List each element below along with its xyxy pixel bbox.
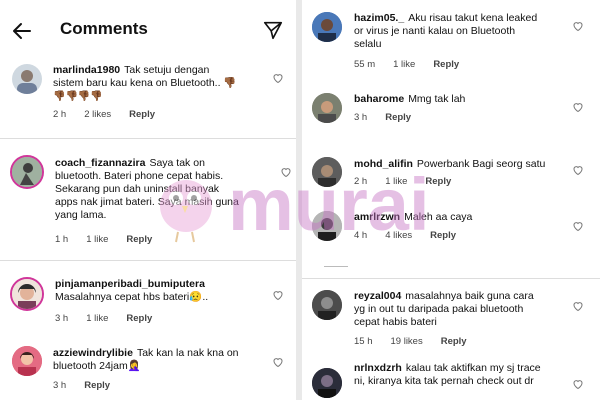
comment-text: sistem baru kau kena on Bluetooth.. 👎🏾 [53, 77, 237, 89]
comment-likes[interactable]: 1 like [86, 313, 108, 324]
comment-time: 15 h [354, 336, 373, 347]
comment-time: 3 h [55, 313, 69, 324]
avatar[interactable] [312, 12, 342, 42]
reply-button[interactable]: Reply [385, 112, 411, 123]
comment-text: apps nak jimat bateri. Saya masih guna [55, 196, 239, 208]
comment-likes[interactable]: 1 like [86, 234, 108, 245]
heart-icon[interactable] [572, 220, 584, 232]
page-title: Comments [60, 19, 148, 38]
comment-item: amrlrzwn Maleh aa caya 4 h 4 likes Reply [302, 208, 600, 248]
reply-button[interactable]: Reply [430, 230, 456, 241]
reply-button[interactable]: Reply [425, 176, 451, 187]
comment-username[interactable]: azziewindrylibie [53, 347, 133, 359]
heart-icon[interactable] [572, 164, 584, 176]
reply-button[interactable]: Reply [129, 109, 155, 120]
comment-time: 4 h [354, 230, 368, 241]
heart-icon[interactable] [572, 378, 584, 390]
comment-item: mohd_alifin Powerbank Bagi seorg satu 2 h… [302, 155, 600, 195]
comment-text: cepat habis bateri [354, 316, 437, 328]
comment-time: 3 h [53, 380, 67, 391]
comment-text: yg in out tu daripada pakai bluetooth [354, 303, 524, 315]
comment-text: Masalahnya cepat hbs bateri😥.. [55, 291, 209, 303]
reply-button[interactable]: Reply [126, 313, 152, 324]
comment-item: pinjamanperibadi_bumiputera Masalahnya c… [0, 272, 296, 328]
paper-plane-icon[interactable] [262, 19, 284, 41]
comment-username[interactable]: coach_fizannazira [55, 157, 145, 169]
right-comments-panel: hazim05._ Aku risau takut kena leaked or … [302, 0, 600, 400]
avatar[interactable] [312, 290, 342, 320]
reply-button[interactable]: Reply [433, 59, 459, 70]
comment-item: nrlnxdzrh kalau tak aktifkan my sj trace … [302, 360, 600, 400]
heart-icon[interactable] [572, 101, 584, 113]
comment-item: azziewindrylibie Tak kan la nak kna on bl… [0, 340, 296, 400]
comment-username[interactable]: nrlnxdzrh [354, 362, 402, 374]
divider [324, 266, 348, 267]
comment-username[interactable]: hazim05._ [354, 12, 404, 24]
comment-text: Tak setuju dengan [124, 64, 210, 76]
comment-time: 2 h [354, 176, 368, 187]
left-comments-panel: Comments marlinda1980 Tak setuju dengan s… [0, 0, 296, 400]
comment-text: or virus je nanti kalau on Bluetooth [354, 25, 516, 37]
comment-time: 55 m [354, 59, 376, 70]
avatar[interactable] [312, 93, 342, 123]
avatar[interactable] [312, 211, 342, 241]
heart-icon[interactable] [272, 356, 284, 368]
comment-text: Sekarang pun dah uninstall banyak [55, 183, 220, 195]
comment-item: marlinda1980 Tak setuju dengan sistem bar… [0, 62, 296, 130]
comment-time: 3 h [354, 112, 368, 123]
comment-likes[interactable]: 19 likes [391, 336, 423, 347]
avatar[interactable] [10, 277, 44, 311]
comment-likes[interactable]: 2 likes [84, 109, 111, 120]
avatar[interactable] [10, 155, 44, 189]
comment-username[interactable]: reyzal004 [354, 290, 401, 302]
comment-username[interactable]: pinjamanperibadi_bumiputera [55, 278, 205, 290]
comment-item: reyzal004 masalahnya baik guna cara yg in… [302, 286, 600, 350]
comment-text: Mmg tak lah [408, 93, 466, 105]
comment-text: kalau tak aktifkan my sj trace [405, 362, 541, 374]
comment-text: yang lama. [55, 209, 107, 221]
comment-text: masalahnya baik guna cara [405, 290, 534, 302]
comment-username[interactable]: mohd_alifin [354, 158, 413, 170]
heart-icon[interactable] [272, 72, 284, 84]
comment-text: Aku risau takut kena leaked [408, 12, 538, 24]
divider [0, 138, 296, 139]
heart-icon[interactable] [572, 20, 584, 32]
comment-username[interactable]: marlinda1980 [53, 64, 120, 76]
comment-text: 👎🏾👎🏾👎🏾👎🏾 [53, 91, 103, 102]
divider [0, 260, 296, 261]
heart-icon[interactable] [280, 166, 292, 178]
comment-text: ni, kiranya kita tak pernah check out dr [354, 375, 534, 387]
heart-icon[interactable] [272, 289, 284, 301]
comment-likes[interactable]: 4 likes [385, 230, 412, 241]
back-arrow-icon[interactable] [10, 19, 34, 43]
avatar[interactable] [12, 64, 42, 94]
comment-text: Tak kan la nak kna on [136, 347, 239, 359]
divider [302, 278, 600, 279]
comment-text: Saya tak on [149, 157, 205, 169]
avatar[interactable] [312, 368, 342, 398]
reply-button[interactable]: Reply [126, 234, 152, 245]
reply-button[interactable]: Reply [441, 336, 467, 347]
comment-item: baharome Mmg tak lah 3 h Reply [302, 90, 600, 130]
comment-likes[interactable]: 1 like [393, 59, 415, 70]
comment-username[interactable]: baharome [354, 93, 404, 105]
comment-item: coach_fizannazira Saya tak on bluetooth. … [0, 150, 296, 250]
comment-text: selalu [354, 38, 382, 50]
comment-text: bluetooth 24jam🤦‍♀️ [53, 360, 141, 372]
avatar[interactable] [312, 157, 342, 187]
comment-text: Powerbank Bagi seorg satu [416, 158, 546, 170]
comments-header: Comments [0, 0, 296, 62]
comment-time: 1 h [55, 234, 69, 245]
comment-username[interactable]: amrlrzwn [354, 211, 400, 223]
comment-time: 2 h [53, 109, 67, 120]
reply-button[interactable]: Reply [84, 380, 110, 391]
heart-icon[interactable] [572, 300, 584, 312]
comment-text: bluetooth. Bateri phone cepat habis. [55, 170, 224, 182]
avatar[interactable] [12, 346, 42, 376]
comment-item: hazim05._ Aku risau takut kena leaked or … [302, 8, 600, 74]
comment-likes[interactable]: 1 like [385, 176, 407, 187]
comment-text: Maleh aa caya [404, 211, 473, 223]
